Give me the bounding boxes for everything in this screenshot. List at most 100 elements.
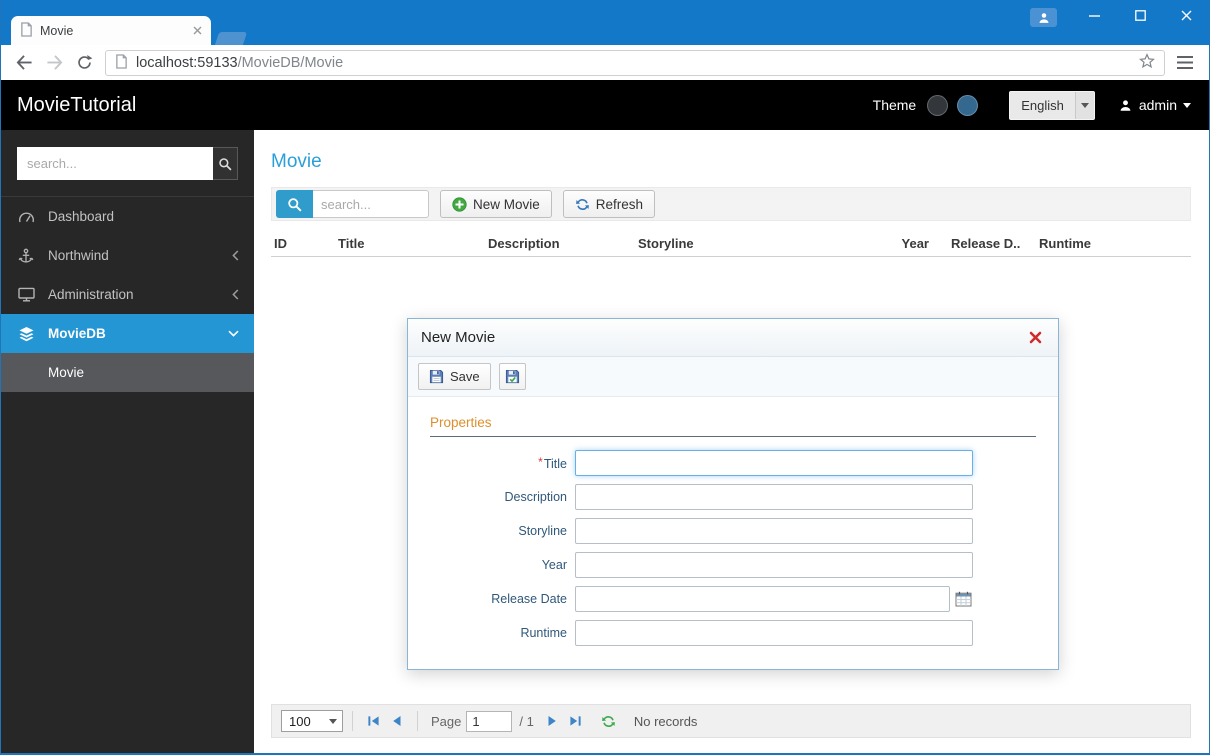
tab-favicon-icon: [20, 21, 33, 40]
search-icon: [219, 157, 232, 170]
form-row-year: Year: [430, 552, 1036, 578]
column-header-id[interactable]: ID: [271, 236, 335, 251]
column-header-runtime[interactable]: Runtime: [1021, 236, 1105, 251]
new-movie-button[interactable]: New Movie: [440, 190, 552, 218]
theme-swatch-dark[interactable]: [927, 94, 949, 116]
reload-button[interactable]: [69, 48, 99, 78]
column-header-release-date[interactable]: Release D...: [931, 236, 1021, 251]
page-label: Page: [431, 713, 462, 729]
column-header-storyline[interactable]: Storyline: [635, 236, 885, 251]
apply-changes-button[interactable]: [498, 363, 526, 390]
header-right: Theme English admin: [873, 90, 1191, 120]
page-size-value: 100: [289, 713, 311, 729]
theme-swatch-blue[interactable]: [957, 94, 979, 116]
form-row-storyline: Storyline: [430, 518, 1036, 544]
release-date-field[interactable]: [575, 586, 950, 612]
pager: 100 Page / 1: [271, 704, 1191, 738]
browser-menu-icon[interactable]: [1171, 49, 1199, 77]
layers-icon: [17, 326, 35, 342]
dialog-body: Properties *Title Description Storyline: [408, 397, 1058, 646]
storyline-field[interactable]: [575, 518, 973, 544]
sidebar-item-administration[interactable]: Administration: [1, 275, 254, 314]
sidebar-item-movie[interactable]: Movie: [1, 353, 254, 392]
next-page-button[interactable]: [541, 710, 564, 733]
quick-search: [276, 190, 429, 218]
back-button[interactable]: [9, 48, 39, 78]
grid-header: ID Title Description Storyline Year Rele…: [271, 230, 1191, 257]
sidebar-search-input[interactable]: [17, 147, 213, 180]
page-title: Movie: [271, 151, 322, 172]
pager-divider: [417, 711, 418, 731]
runtime-field[interactable]: [575, 620, 973, 646]
user-menu[interactable]: admin: [1119, 97, 1191, 113]
window-close-button[interactable]: [1163, 0, 1209, 31]
previous-page-button[interactable]: [385, 710, 408, 733]
person-icon: [1039, 12, 1048, 23]
refresh-icon: [575, 198, 589, 210]
column-header-description[interactable]: Description: [485, 236, 635, 251]
sidebar-item-label: MovieDB: [48, 326, 106, 341]
column-header-year[interactable]: Year: [885, 236, 931, 251]
dialog-close-button[interactable]: [1025, 328, 1045, 348]
sidebar-item-northwind[interactable]: Northwind: [1, 236, 254, 275]
tab-title: Movie: [40, 23, 74, 38]
description-field[interactable]: [575, 484, 973, 510]
page-size-select[interactable]: 100: [281, 710, 343, 732]
field-label-release-date: Release Date: [491, 592, 567, 606]
browser-titlebar: Movie: [1, 0, 1209, 45]
main-content: Movie New Movie Refresh ID: [254, 130, 1209, 753]
window-maximize-button[interactable]: [1117, 0, 1163, 31]
sidebar-search-button[interactable]: [213, 147, 238, 180]
search-icon: [288, 197, 302, 211]
page-number-input[interactable]: [466, 710, 513, 732]
new-tab-button[interactable]: [214, 32, 248, 45]
bookmark-star-icon[interactable]: [1139, 53, 1155, 72]
brand-title: MovieTutorial: [17, 93, 137, 116]
anchor-icon: [17, 248, 35, 264]
pager-status: No records: [633, 713, 698, 729]
language-caret[interactable]: [1074, 91, 1094, 119]
form-row-title: *Title: [430, 450, 1036, 476]
forward-button[interactable]: [39, 48, 69, 78]
sidebar-nav: Dashboard Northwind Administration Movie…: [1, 197, 254, 392]
last-page-button[interactable]: [564, 710, 587, 733]
browser-window: Movie localhost:59133/MovieDB/Movie Movi…: [0, 0, 1210, 755]
window-controls: [1030, 0, 1209, 45]
chevron-down-icon: [228, 330, 239, 337]
save-button[interactable]: Save: [418, 363, 491, 390]
first-page-button[interactable]: [362, 710, 385, 733]
year-field[interactable]: [575, 552, 973, 578]
tab-close-icon[interactable]: [193, 23, 202, 38]
dialog-toolbar: Save: [408, 357, 1058, 397]
field-label-runtime: Runtime: [520, 626, 567, 640]
sidebar-item-dashboard[interactable]: Dashboard: [1, 197, 254, 236]
calendar-icon[interactable]: [955, 591, 972, 607]
browser-tab[interactable]: Movie: [11, 16, 211, 45]
sidebar-item-moviedb[interactable]: MovieDB: [1, 314, 254, 353]
page-security-icon: [115, 53, 128, 72]
sidebar-item-label: Dashboard: [48, 209, 115, 224]
title-field[interactable]: [575, 450, 973, 476]
apply-changes-icon: [505, 369, 519, 384]
form-row-release-date: Release Date: [430, 586, 1036, 612]
new-movie-label: New Movie: [473, 196, 540, 212]
window-minimize-button[interactable]: [1071, 0, 1117, 31]
page-count: / 1: [519, 713, 534, 729]
pager-refresh-button[interactable]: [597, 709, 621, 733]
required-marker: *: [538, 455, 543, 469]
save-label: Save: [450, 369, 480, 384]
new-movie-dialog: New Movie Save Properties *Title Descrip…: [407, 318, 1059, 670]
column-header-title[interactable]: Title: [335, 236, 485, 251]
form-row-runtime: Runtime: [430, 620, 1036, 646]
quick-search-button[interactable]: [276, 190, 313, 218]
monitor-icon: [17, 287, 35, 302]
language-selector[interactable]: English: [1009, 90, 1095, 120]
dialog-titlebar[interactable]: New Movie: [408, 319, 1058, 357]
address-bar[interactable]: localhost:59133/MovieDB/Movie: [105, 49, 1165, 76]
plus-icon: [452, 196, 467, 212]
field-label-year: Year: [541, 558, 567, 572]
browser-profile-button[interactable]: [1030, 8, 1057, 27]
quick-search-input[interactable]: [313, 190, 429, 218]
sidebar: Dashboard Northwind Administration: [1, 130, 254, 753]
refresh-button[interactable]: Refresh: [562, 190, 656, 218]
